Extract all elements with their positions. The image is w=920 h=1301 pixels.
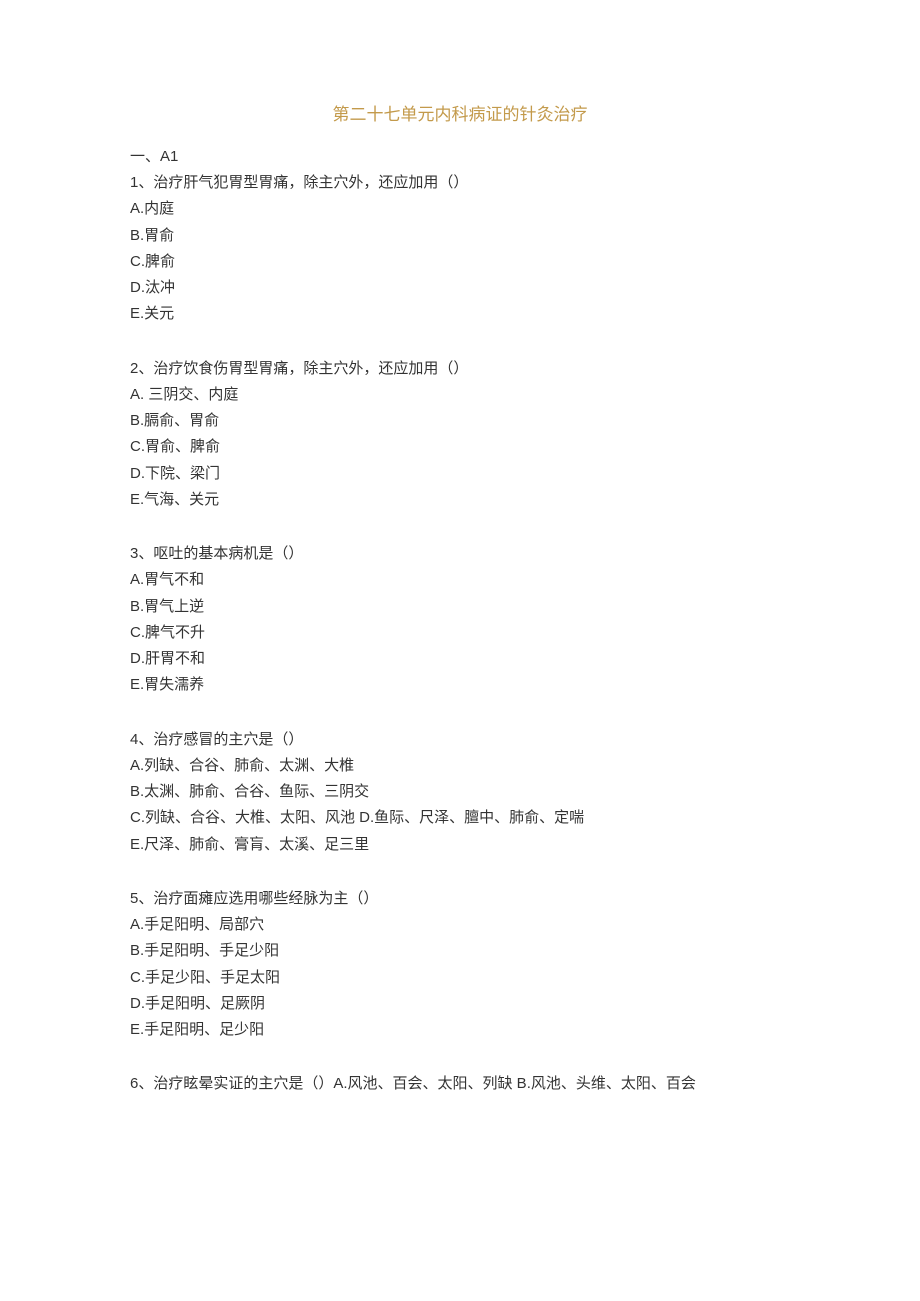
question-option: A.内庭 [130,196,790,222]
question-block: 2、治疗饮食伤胃型胃痛，除主穴外，还应加用（） A. 三阴交、内庭 B.膈俞、胃… [130,356,790,514]
question-option: A.手足阳明、局部穴 [130,912,790,938]
question-stem: 2、治疗饮食伤胃型胃痛，除主穴外，还应加用（） [130,356,790,382]
question-option: C.脾俞 [130,249,790,275]
question-option: B.胃气上逆 [130,594,790,620]
question-block: 3、呕吐的基本病机是（） A.胃气不和 B.胃气上逆 C.脾气不升 D.肝胃不和… [130,541,790,699]
question-option: C.胃俞、脾俞 [130,434,790,460]
section-label: 一、A1 [130,144,790,170]
question-block: 6、治疗眩晕实证的主穴是（）A.风池、百会、太阳、列缺 B.风池、头维、太阳、百… [130,1071,790,1097]
question-block: 4、治疗感冒的主穴是（） A.列缺、合谷、肺俞、太渊、大椎 B.太渊、肺俞、合谷… [130,727,790,858]
question-option: D.汰冲 [130,275,790,301]
question-option: E.尺泽、肺俞、膏肓、太溪、足三里 [130,832,790,858]
question-option: B.手足阳明、手足少阳 [130,938,790,964]
question-option: C.手足少阳、手足太阳 [130,965,790,991]
document-page: 第二十七单元内科病证的针灸治疗 一、A1 1、治疗肝气犯胃型胃痛，除主穴外，还应… [0,0,920,1301]
question-block: 1、治疗肝气犯胃型胃痛，除主穴外，还应加用（） A.内庭 B.胃俞 C.脾俞 D… [130,170,790,328]
page-title: 第二十七单元内科病证的针灸治疗 [130,100,790,130]
question-option: C.列缺、合谷、大椎、太阳、风池 D.鱼际、尺泽、膻中、肺俞、定喘 [130,805,790,831]
question-option: A.胃气不和 [130,567,790,593]
question-option: D.下院、梁门 [130,461,790,487]
question-option: D.手足阳明、足厥阴 [130,991,790,1017]
question-option: A.列缺、合谷、肺俞、太渊、大椎 [130,753,790,779]
question-stem: 5、治疗面瘫应选用哪些经脉为主（） [130,886,790,912]
question-stem: 6、治疗眩晕实证的主穴是（）A.风池、百会、太阳、列缺 B.风池、头维、太阳、百… [130,1071,790,1097]
question-option: C.脾气不升 [130,620,790,646]
question-option: E.胃失濡养 [130,672,790,698]
question-stem: 1、治疗肝气犯胃型胃痛，除主穴外，还应加用（） [130,170,790,196]
question-option: B.太渊、肺俞、合谷、鱼际、三阴交 [130,779,790,805]
question-block: 5、治疗面瘫应选用哪些经脉为主（） A.手足阳明、局部穴 B.手足阳明、手足少阳… [130,886,790,1044]
question-stem: 3、呕吐的基本病机是（） [130,541,790,567]
question-option: B.胃俞 [130,223,790,249]
question-option: E.气海、关元 [130,487,790,513]
question-option: E.手足阳明、足少阳 [130,1017,790,1043]
question-option: A. 三阴交、内庭 [130,382,790,408]
question-stem: 4、治疗感冒的主穴是（） [130,727,790,753]
question-option: D.肝胃不和 [130,646,790,672]
question-option: E.关元 [130,301,790,327]
question-option: B.膈俞、胃俞 [130,408,790,434]
